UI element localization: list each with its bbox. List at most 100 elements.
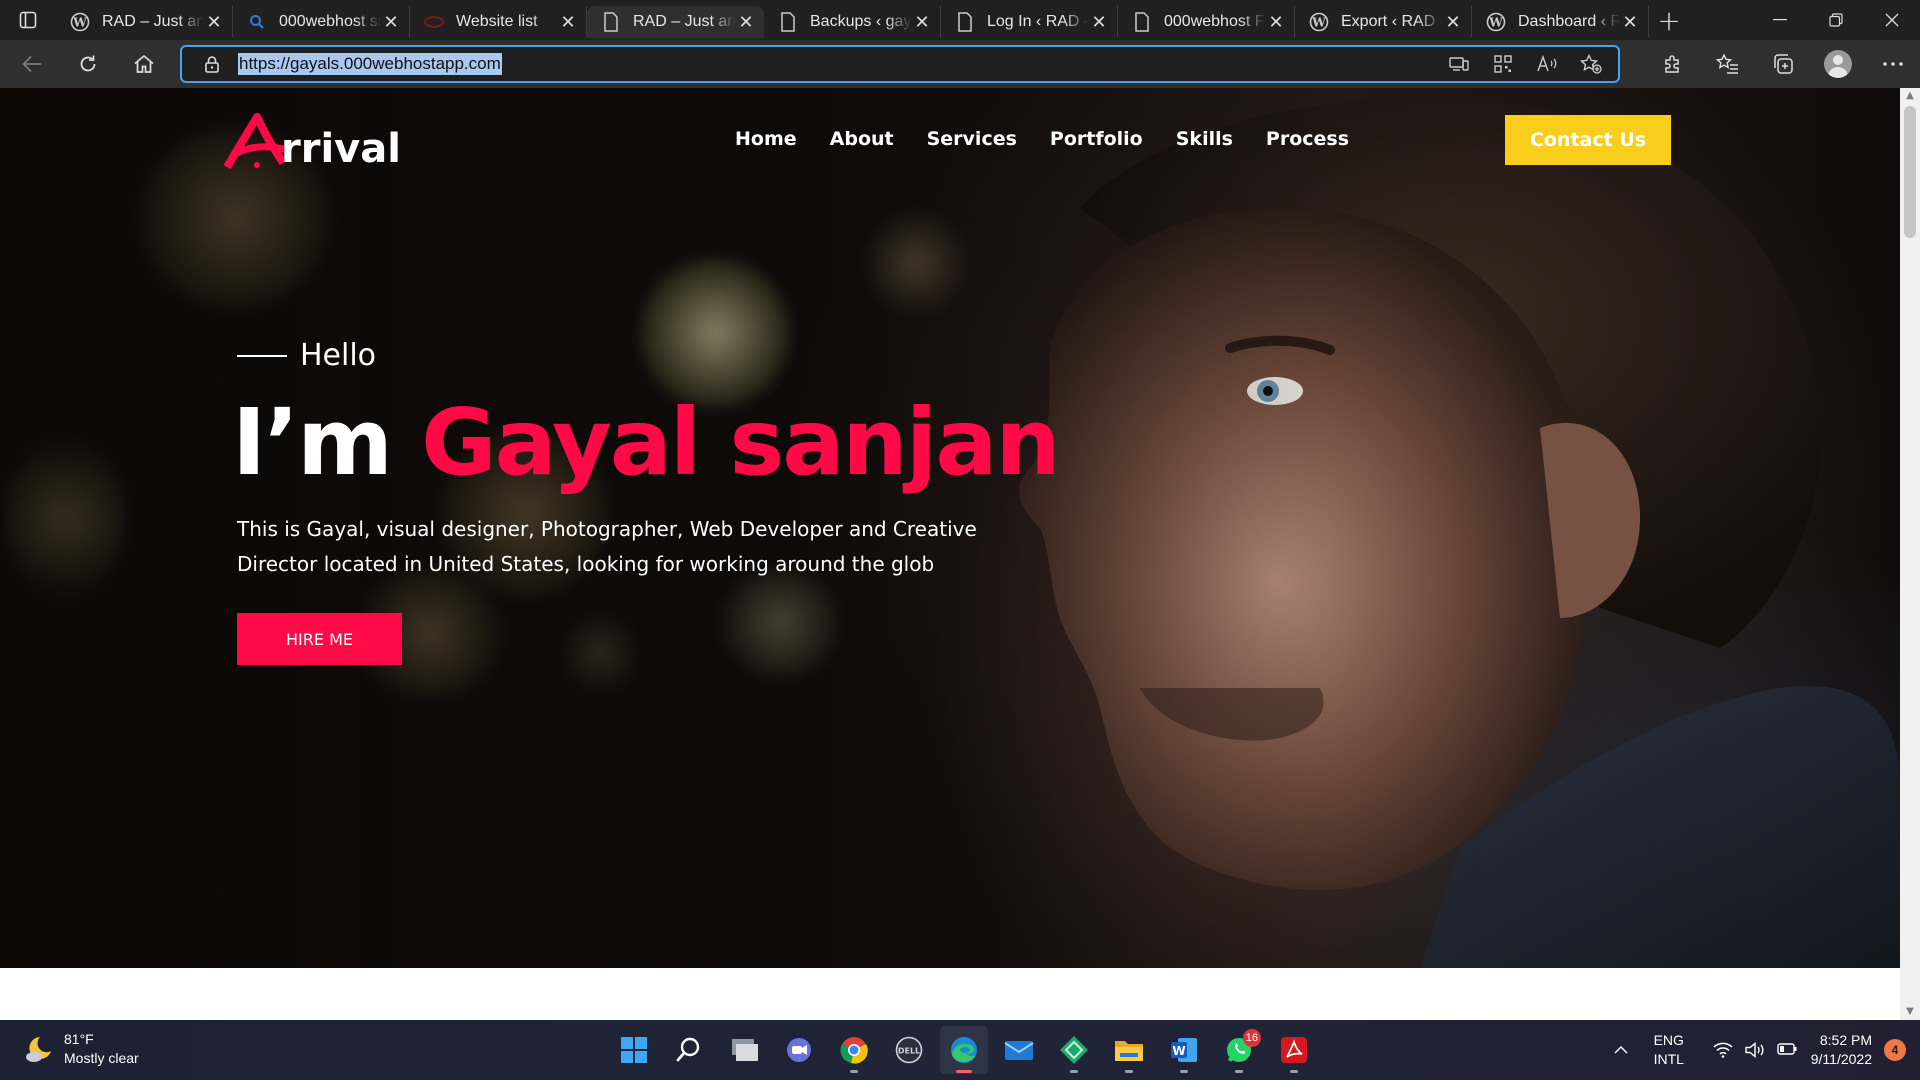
input-language-button[interactable]: ENG INTL <box>1641 1031 1697 1069</box>
edge-button[interactable] <box>940 1026 988 1074</box>
settings-menu-button[interactable] <box>1865 40 1920 88</box>
tab-actions-button[interactable] <box>0 0 56 40</box>
running-indicator <box>956 1070 972 1073</box>
tab-title: RAD – Just and <box>633 13 736 30</box>
task-view-button[interactable] <box>720 1026 768 1074</box>
close-tab-icon[interactable]: ✕ <box>1620 12 1640 33</box>
hero-intro: This is Gayal, visual designer, Photogra… <box>237 517 977 576</box>
close-tab-icon[interactable]: ✕ <box>558 12 578 33</box>
svg-text:DELL: DELL <box>898 1047 920 1056</box>
taskbar-apps: DELL W 16 <box>610 1026 1318 1074</box>
hero-section: rrival Home About Services Portfolio Ski… <box>0 88 1900 968</box>
scrollbar-thumb[interactable] <box>1904 106 1916 238</box>
browser-tab[interactable]: W Dashboard ‹ R ✕ <box>1472 6 1649 38</box>
word-icon: W <box>1171 1038 1197 1062</box>
nav-link-home[interactable]: Home <box>735 128 797 150</box>
nav-link-process[interactable]: Process <box>1266 128 1349 150</box>
browser-tab[interactable]: Backups ‹ gaya ✕ <box>764 6 941 38</box>
weather-widget[interactable]: 81°F Mostly clear <box>24 1030 139 1068</box>
minimize-button[interactable] <box>1752 0 1808 40</box>
running-indicator <box>1070 1070 1078 1073</box>
acrobat-button[interactable] <box>1270 1026 1318 1074</box>
taskbar-search-button[interactable] <box>665 1026 713 1074</box>
profile-button[interactable] <box>1810 40 1865 88</box>
browser-toolbar: https://gayals.000webhostapp.com <box>0 40 1920 88</box>
hero-headline: I’m Gayal sanjan <box>232 388 1061 498</box>
close-window-button[interactable] <box>1864 0 1920 40</box>
url-text[interactable]: https://gayals.000webhostapp.com <box>238 53 502 75</box>
address-bar-actions <box>1446 47 1604 81</box>
close-tab-icon[interactable]: ✕ <box>1266 12 1286 33</box>
headline-prefix: I’m <box>232 389 422 496</box>
running-indicator <box>850 1070 858 1073</box>
browser-tab[interactable]: W RAD – Just another ✕ <box>56 6 233 38</box>
qr-code-icon[interactable] <box>1490 55 1516 73</box>
site-logo[interactable]: rrival <box>223 113 401 171</box>
acrobat-icon <box>1281 1037 1307 1063</box>
hire-me-button[interactable]: HIRE ME <box>237 613 402 665</box>
file-explorer-button[interactable] <box>1105 1026 1153 1074</box>
close-tab-icon[interactable]: ✕ <box>912 12 932 33</box>
clock[interactable]: 8:52 PM 9/11/2022 <box>1811 1031 1872 1069</box>
add-favorite-icon[interactable] <box>1578 54 1604 74</box>
collections-button[interactable] <box>1755 40 1810 88</box>
browser-tab[interactable]: W Export ‹ RAD – ✕ <box>1295 6 1472 38</box>
browser-tab[interactable]: 000webhost Fi ✕ <box>1118 6 1295 38</box>
back-button[interactable] <box>8 44 56 84</box>
close-tab-icon[interactable]: ✕ <box>381 12 401 33</box>
app-available-icon[interactable] <box>1446 56 1472 72</box>
home-button[interactable] <box>120 44 168 84</box>
scroll-up-icon[interactable]: ▲ <box>1904 90 1916 102</box>
close-tab-icon[interactable]: ✕ <box>736 12 756 33</box>
running-indicator <box>1125 1070 1133 1073</box>
extensions-button[interactable] <box>1645 40 1700 88</box>
show-hidden-icons-button[interactable] <box>1601 1046 1641 1054</box>
tab-title: RAD – Just another <box>102 13 204 30</box>
read-aloud-icon[interactable] <box>1534 55 1560 73</box>
home-icon <box>134 54 154 73</box>
word-button[interactable]: W <box>1160 1026 1208 1074</box>
whatsapp-button[interactable]: 16 <box>1215 1026 1263 1074</box>
browser-tab-active[interactable]: RAD – Just and ✕ <box>587 6 764 38</box>
back-arrow-icon <box>22 55 41 73</box>
browser-tab[interactable]: Website list ✕ <box>410 6 587 38</box>
browser-tab[interactable]: Log In ‹ RAD – ✕ <box>941 6 1118 38</box>
scroll-down-icon[interactable]: ▼ <box>1904 1006 1916 1018</box>
refresh-button[interactable] <box>64 44 112 84</box>
000webhost-icon <box>424 12 444 32</box>
favorites-button[interactable] <box>1700 40 1755 88</box>
search-icon <box>676 1037 700 1062</box>
browser-tab[interactable]: 000webhost si ✕ <box>233 6 410 38</box>
lock-icon[interactable] <box>194 55 230 73</box>
nav-link-skills[interactable]: Skills <box>1176 128 1233 150</box>
address-bar[interactable]: https://gayals.000webhostapp.com <box>180 45 1620 83</box>
headline-name: Gayal sanjan <box>421 389 1061 496</box>
teams-chat-button[interactable] <box>775 1026 823 1074</box>
chrome-button[interactable] <box>830 1026 878 1074</box>
restore-button[interactable] <box>1808 0 1864 40</box>
page-icon <box>778 12 798 32</box>
green-app-icon <box>1060 1036 1088 1064</box>
page-scrollbar[interactable]: ▲ ▼ <box>1900 88 1920 1020</box>
nav-link-about[interactable]: About <box>830 128 894 150</box>
new-tab-button[interactable]: + <box>1649 0 1689 40</box>
notification-center-badge[interactable]: 4 <box>1884 1039 1906 1061</box>
mail-button[interactable] <box>995 1026 1043 1074</box>
dell-button[interactable]: DELL <box>885 1026 933 1074</box>
nav-link-services[interactable]: Services <box>927 128 1017 150</box>
nav-link-portfolio[interactable]: Portfolio <box>1050 128 1143 150</box>
task-view-icon <box>732 1039 758 1061</box>
avatar <box>1823 50 1852 78</box>
close-tab-icon[interactable]: ✕ <box>1089 12 1109 33</box>
contact-us-button[interactable]: Contact Us <box>1505 115 1671 165</box>
weather-description: Mostly clear <box>64 1050 139 1066</box>
more-options-icon <box>1882 62 1903 66</box>
chevron-up-icon <box>1614 1046 1628 1054</box>
quick-settings-button[interactable] <box>1713 1042 1797 1058</box>
hello-text: Hello <box>300 338 377 373</box>
start-button[interactable] <box>610 1026 658 1074</box>
green-app-button[interactable] <box>1050 1026 1098 1074</box>
close-tab-icon[interactable]: ✕ <box>1443 12 1463 33</box>
running-indicator <box>1180 1070 1188 1073</box>
close-tab-icon[interactable]: ✕ <box>204 12 224 33</box>
